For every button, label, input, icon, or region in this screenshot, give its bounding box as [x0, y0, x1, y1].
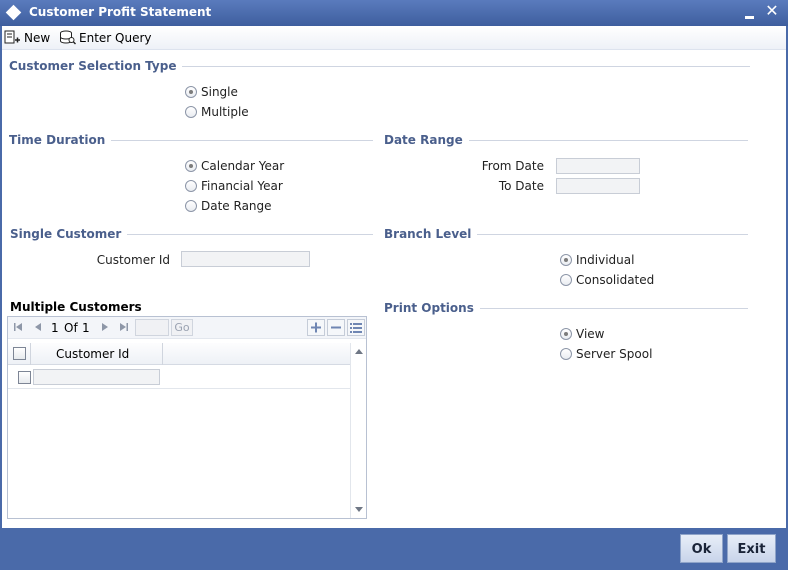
page-of-label: Of: [64, 321, 78, 335]
multiple-customers-grid: 1 Of 1 Go Customer Id: [7, 316, 367, 519]
previous-page-icon[interactable]: [33, 322, 43, 332]
exit-button[interactable]: Exit: [727, 534, 776, 563]
radio-single-label: Single: [201, 85, 238, 99]
delete-row-button[interactable]: [327, 319, 345, 336]
customer-id-input[interactable]: [181, 251, 310, 267]
radio-calendar-year-label: Calendar Year: [201, 159, 285, 173]
branch-level-title: Branch Level: [384, 227, 478, 241]
page-current: 1: [51, 321, 59, 335]
radio-consolidated-label: Consolidated: [576, 273, 655, 287]
radio-view-label: View: [576, 327, 605, 341]
new-document-icon: [4, 30, 20, 44]
customer-selection-title: Customer Selection Type: [9, 59, 183, 73]
customer-profit-statement-window: Customer Profit Statement ✕ New Enter Qu…: [0, 0, 788, 570]
radio-financial-year-button[interactable]: [185, 180, 197, 192]
grid-navigation-bar: 1 Of 1 Go: [8, 317, 366, 339]
radio-multiple-label: Multiple: [201, 105, 249, 119]
radio-date-range[interactable]: Date Range: [185, 199, 272, 213]
window-diamond-icon: [5, 4, 22, 21]
minus-icon: [331, 326, 341, 329]
window-title: Customer Profit Statement: [29, 5, 212, 19]
last-page-icon[interactable]: [119, 322, 129, 332]
enter-query-icon: [60, 30, 76, 45]
minimize-icon[interactable]: [745, 7, 755, 19]
to-date-label: To Date: [498, 179, 544, 193]
page-number-input[interactable]: [135, 319, 169, 336]
vertical-scrollbar[interactable]: [350, 343, 366, 518]
page-total: 1: [82, 321, 90, 335]
radio-single[interactable]: Single: [185, 85, 238, 99]
toolbar: New Enter Query: [2, 26, 786, 50]
ok-button[interactable]: Ok: [680, 534, 723, 563]
next-page-icon[interactable]: [100, 322, 110, 332]
radio-multiple-button[interactable]: [185, 106, 197, 118]
radio-calendar-year[interactable]: Calendar Year: [185, 159, 284, 173]
radio-calendar-year-button[interactable]: [185, 160, 197, 172]
first-page-icon[interactable]: [13, 322, 23, 332]
title-bar: Customer Profit Statement ✕: [0, 0, 788, 26]
radio-individual-label: Individual: [576, 253, 635, 267]
enter-query-button[interactable]: Enter Query: [59, 28, 152, 47]
column-separator: [162, 343, 163, 365]
radio-server-spool-button[interactable]: [560, 348, 572, 360]
radio-date-range-label: Date Range: [201, 199, 272, 213]
radio-financial-year[interactable]: Financial Year: [185, 179, 283, 193]
main-content: New Enter Query Customer Selection Type …: [2, 26, 786, 528]
radio-server-spool[interactable]: Server Spool: [560, 347, 652, 361]
radio-server-spool-label: Server Spool: [576, 347, 653, 361]
to-date-input[interactable]: [556, 178, 640, 194]
single-record-view-button[interactable]: [347, 319, 365, 336]
row-select-checkbox[interactable]: [18, 371, 31, 384]
from-date-input[interactable]: [556, 158, 640, 174]
select-all-checkbox[interactable]: [13, 347, 26, 360]
go-button[interactable]: Go: [171, 319, 193, 336]
customer-id-column-header: Customer Id: [56, 347, 130, 361]
radio-single-button[interactable]: [185, 86, 197, 98]
single-customer-title: Single Customer: [10, 227, 128, 241]
add-row-button[interactable]: [307, 319, 325, 336]
multiple-customers-title: Multiple Customers: [10, 300, 142, 314]
radio-multiple[interactable]: Multiple: [185, 105, 249, 119]
radio-view[interactable]: View: [560, 327, 604, 341]
column-separator: [30, 343, 31, 365]
list-icon: [350, 323, 362, 333]
scroll-up-icon[interactable]: [355, 349, 363, 354]
plus-icon: [311, 322, 321, 333]
radio-date-range-button[interactable]: [185, 200, 197, 212]
footer-bar: Ok Exit: [0, 528, 788, 570]
radio-consolidated[interactable]: Consolidated: [560, 273, 654, 287]
time-duration-title: Time Duration: [9, 133, 112, 147]
radio-financial-year-label: Financial Year: [201, 179, 283, 193]
table-row: [8, 365, 350, 389]
new-label: New: [24, 30, 51, 45]
radio-view-button[interactable]: [560, 328, 572, 340]
radio-individual-button[interactable]: [560, 254, 572, 266]
print-options-title: Print Options: [384, 301, 480, 315]
new-button[interactable]: New: [4, 28, 50, 47]
date-range-title: Date Range: [384, 133, 469, 147]
enter-query-label: Enter Query: [79, 30, 152, 45]
radio-individual[interactable]: Individual: [560, 253, 634, 267]
customer-id-label: Customer Id: [96, 253, 170, 267]
grid-header-row: Customer Id: [8, 343, 350, 365]
row-customer-id-input[interactable]: [33, 369, 160, 385]
from-date-label: From Date: [481, 159, 544, 173]
radio-consolidated-button[interactable]: [560, 274, 572, 286]
close-icon[interactable]: ✕: [765, 1, 779, 21]
scroll-down-icon[interactable]: [355, 507, 363, 512]
